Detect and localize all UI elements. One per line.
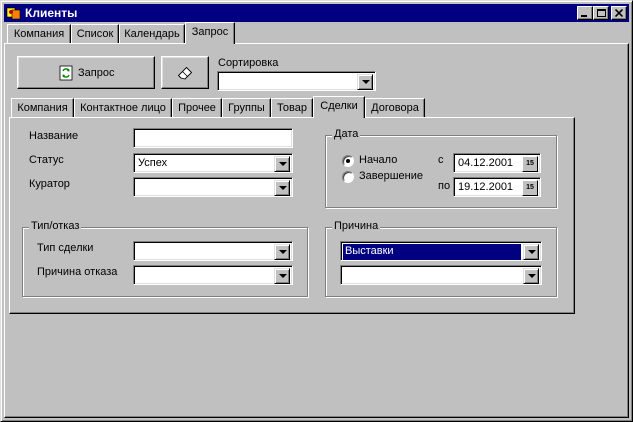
tab-list[interactable]: Список	[71, 24, 119, 44]
tab-label: Контактное лицо	[80, 102, 166, 114]
tab-label: Прочее	[178, 102, 216, 114]
refusal-reason-select[interactable]	[133, 265, 293, 285]
maximize-button[interactable]	[593, 6, 609, 20]
inner-tab-product[interactable]: Товар	[271, 98, 313, 118]
app-icon	[6, 5, 22, 21]
tab-label: Компания	[17, 102, 68, 114]
reason-1-value: Выставки	[345, 245, 394, 257]
refresh-icon	[59, 65, 73, 81]
chevron-down-icon[interactable]	[357, 74, 373, 90]
inner-tab-other[interactable]: Прочее	[172, 98, 222, 118]
chevron-down-icon[interactable]	[274, 156, 290, 172]
inner-tab-deals[interactable]: Сделки	[313, 96, 365, 118]
radio-dot	[346, 159, 350, 163]
app-window: Клиенты Компания Список Календарь Запрос…	[0, 0, 633, 422]
chevron-down-icon[interactable]	[523, 268, 539, 284]
maximize-icon	[597, 9, 606, 17]
status-select[interactable]: Успех	[133, 153, 293, 173]
start-radio[interactable]	[342, 155, 354, 167]
calendar-glyph: 15	[526, 160, 534, 167]
tab-query[interactable]: Запрос	[185, 22, 235, 44]
minimize-button[interactable]	[577, 6, 593, 20]
type-refusal-group-title: Тип/отказ	[29, 220, 82, 232]
sort-label: Сортировка	[218, 57, 279, 69]
tab-label: Договора	[371, 102, 419, 114]
query-button[interactable]: Запрос	[17, 56, 155, 89]
end-radio[interactable]	[342, 171, 354, 183]
chevron-down-icon[interactable]	[274, 268, 290, 284]
chevron-down-icon[interactable]	[274, 244, 290, 260]
from-date-value: 04.12.2001	[458, 157, 514, 169]
name-label: Название	[29, 130, 79, 142]
tab-label: Запрос	[191, 26, 229, 38]
curator-select[interactable]	[133, 177, 293, 197]
to-date-input[interactable]: 19.12.2001 15	[453, 177, 541, 197]
close-button[interactable]	[611, 6, 627, 20]
from-label: с	[438, 154, 444, 166]
window-title: Клиенты	[25, 6, 78, 20]
tab-label: Компания	[13, 28, 65, 40]
title-bar[interactable]: Клиенты	[4, 4, 629, 22]
status-value: Успех	[138, 157, 168, 169]
reason-select-2[interactable]	[340, 265, 542, 285]
inner-tab-company[interactable]: Компания	[11, 98, 74, 118]
calendar-icon[interactable]: 15	[522, 156, 538, 172]
tab-label: Календарь	[124, 28, 180, 40]
calendar-icon[interactable]: 15	[522, 180, 538, 196]
calendar-glyph: 15	[526, 184, 534, 191]
end-label: Завершение	[359, 170, 423, 182]
status-label: Статус	[29, 154, 64, 166]
name-input[interactable]	[133, 128, 293, 148]
to-date-value: 19.12.2001	[458, 181, 514, 193]
close-icon	[615, 9, 623, 17]
to-label: по	[438, 180, 451, 192]
curator-label: Куратор	[29, 178, 70, 190]
from-date-input[interactable]: 04.12.2001 15	[453, 153, 541, 173]
inner-tab-groups[interactable]: Группы	[222, 98, 271, 118]
minimize-icon	[581, 15, 587, 17]
chevron-down-icon[interactable]	[523, 244, 539, 260]
inner-tab-contact[interactable]: Контактное лицо	[74, 98, 172, 118]
inner-tab-contracts[interactable]: Договора	[365, 98, 425, 118]
chevron-down-icon[interactable]	[274, 180, 290, 196]
tab-label: Товар	[277, 102, 307, 114]
reason-selected-highlight: Выставки	[343, 244, 521, 260]
reason-group-title: Причина	[332, 220, 381, 232]
reason-select-1[interactable]: Выставки	[340, 241, 542, 261]
tab-label: Группы	[228, 102, 265, 114]
tab-label: Список	[76, 28, 114, 40]
sort-select[interactable]	[217, 71, 376, 91]
reason-group: Причина	[325, 220, 557, 297]
clear-button[interactable]	[161, 56, 209, 89]
tab-calendar[interactable]: Календарь	[119, 24, 185, 44]
deal-type-label: Тип сделки	[37, 242, 94, 254]
deal-type-select[interactable]	[133, 241, 293, 261]
date-group-title: Дата	[332, 128, 361, 140]
type-refusal-group: Тип/отказ	[22, 220, 308, 297]
tab-label: Сделки	[320, 100, 358, 112]
refusal-reason-label: Причина отказа	[37, 266, 118, 278]
eraser-icon	[177, 66, 193, 80]
tab-company[interactable]: Компания	[7, 24, 71, 44]
query-button-label: Запрос	[78, 67, 115, 79]
start-label: Начало	[359, 154, 398, 166]
